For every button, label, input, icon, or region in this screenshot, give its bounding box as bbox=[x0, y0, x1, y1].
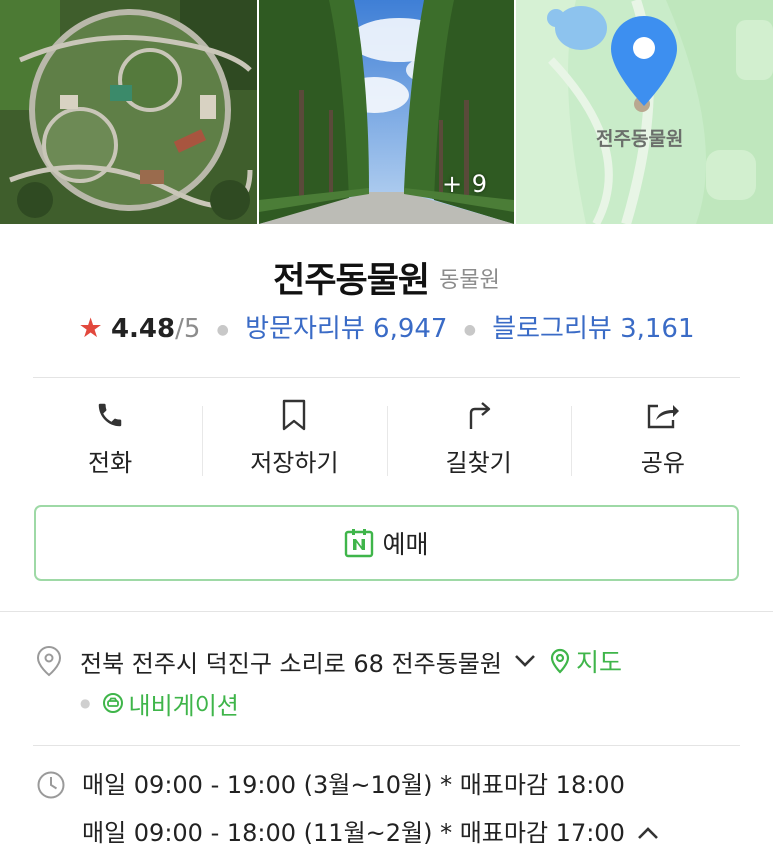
save-button[interactable]: 저장하기 bbox=[202, 398, 386, 478]
section-divider bbox=[0, 611, 773, 612]
rating-max: /5 bbox=[175, 314, 201, 344]
divider bbox=[33, 745, 740, 746]
action-bar: 전화 저장하기 길찾기 공유 bbox=[18, 398, 755, 478]
navigation-row: ● 내비게이션 bbox=[80, 686, 239, 720]
clock-icon bbox=[37, 771, 65, 799]
hours-section: 매일 09:00 - 19:00 (3월~10월) * 매표마감 18:00 매… bbox=[36, 768, 659, 854]
map-pin-label: 전주동물원 bbox=[596, 128, 684, 150]
call-label: 전화 bbox=[88, 449, 133, 477]
share-icon bbox=[645, 398, 681, 431]
aerial-zoo-photo[interactable] bbox=[0, 0, 257, 224]
photo-strip: + 9 전주동물원 bbox=[0, 0, 773, 224]
address-text: 전북 전주시 덕진구 소리로 68 전주동물원 bbox=[80, 649, 502, 678]
bookmark-icon bbox=[276, 398, 312, 431]
place-name: 전주동물원 bbox=[273, 261, 430, 301]
navigation-label: 내비게이션 bbox=[128, 691, 239, 720]
separator-dot: ● bbox=[216, 321, 229, 338]
directions-icon bbox=[461, 398, 497, 431]
save-label: 저장하기 bbox=[250, 449, 339, 477]
star-icon: ★ bbox=[78, 313, 103, 344]
map-link-label: 지도 bbox=[575, 648, 622, 677]
directions-label: 길찾기 bbox=[445, 449, 512, 477]
location-pin-icon bbox=[36, 645, 62, 677]
more-photos-count: + 9 bbox=[441, 170, 488, 198]
map-thumbnail[interactable]: 전주동물원 bbox=[516, 0, 773, 224]
call-button[interactable]: 전화 bbox=[18, 398, 202, 478]
place-category: 동물원 bbox=[439, 267, 500, 293]
blog-reviews-link[interactable]: 블로그리뷰 3,161 bbox=[492, 314, 694, 344]
title-row: 전주동물원 동물원 bbox=[0, 252, 773, 303]
share-label: 공유 bbox=[640, 449, 685, 477]
car-icon bbox=[103, 693, 124, 713]
reserve-button[interactable]: 예매 bbox=[34, 505, 739, 581]
reserve-label: 예매 bbox=[382, 530, 429, 559]
map-pin-outline-icon bbox=[550, 648, 570, 674]
naver-calendar-icon bbox=[345, 529, 374, 558]
separator-dot: ● bbox=[80, 696, 91, 710]
chevron-down-icon[interactable] bbox=[514, 654, 536, 668]
chevron-up-icon[interactable] bbox=[637, 826, 659, 840]
rating-value: 4.48 bbox=[110, 314, 176, 344]
visitor-reviews-link[interactable]: 방문자리뷰 6,947 bbox=[245, 314, 447, 344]
separator-dot: ● bbox=[463, 321, 476, 338]
hours-line-winter-text: 매일 09:00 - 18:00 (11월~2월) * 매표마감 17:00 bbox=[82, 818, 625, 847]
directions-button[interactable]: 길찾기 bbox=[386, 398, 571, 478]
map-link[interactable]: 지도 bbox=[550, 643, 622, 679]
phone-icon bbox=[92, 398, 128, 431]
address-row: 전북 전주시 덕진구 소리로 68 전주동물원 지도 bbox=[36, 644, 622, 678]
navigation-link[interactable]: 내비게이션 bbox=[102, 686, 239, 721]
map-pin-icon bbox=[611, 16, 677, 106]
hours-line-summer: 매일 09:00 - 19:00 (3월~10월) * 매표마감 18:00 bbox=[82, 771, 625, 799]
rating-row: ★ 4.48/5 ● 방문자리뷰 6,947 ● 블로그리뷰 3,161 bbox=[0, 308, 773, 345]
tree-path-photo[interactable]: + 9 bbox=[259, 0, 514, 224]
divider bbox=[33, 377, 740, 378]
hours-line-winter: 매일 09:00 - 18:00 (11월~2월) * 매표마감 17:00 bbox=[82, 811, 659, 854]
share-button[interactable]: 공유 bbox=[570, 398, 755, 478]
